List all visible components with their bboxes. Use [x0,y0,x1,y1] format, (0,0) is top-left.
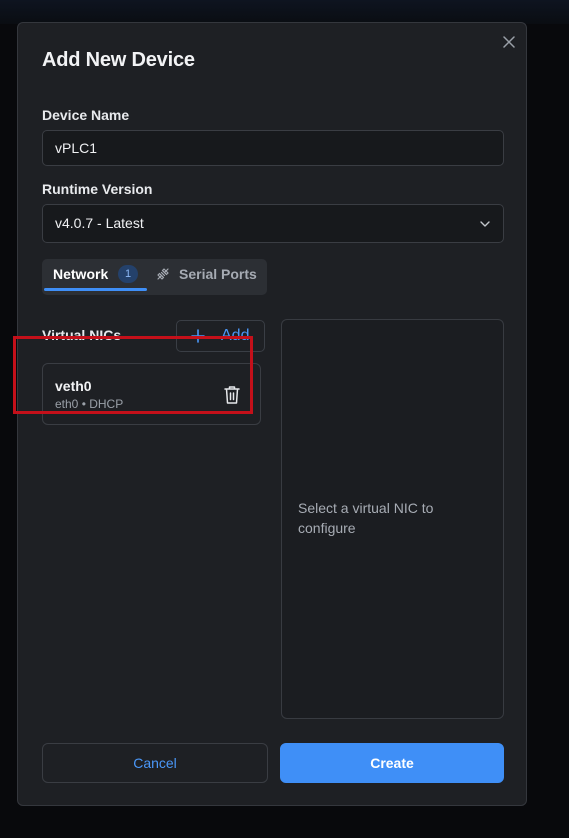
selection-highlight [13,336,253,414]
tab-network-label: Network [53,266,109,282]
device-name-input[interactable]: vPLC1 [42,130,504,166]
active-tab-indicator [44,288,147,291]
tab-network[interactable]: Network 1 [42,259,147,295]
cancel-button[interactable]: Cancel [42,743,268,783]
dialog-title: Add New Device [42,49,195,71]
config-placeholder-text: Select a virtual NIC to configure [298,500,434,536]
runtime-version-select[interactable]: v4.0.7 - Latest [42,204,504,243]
chevron-down-icon [480,221,490,227]
runtime-version-value: v4.0.7 - Latest [55,215,144,231]
device-name-label: Device Name [42,107,130,123]
runtime-version-label: Runtime Version [42,181,153,197]
device-tabs: Network 1 Serial Ports [42,259,267,295]
create-button[interactable]: Create [280,743,504,783]
tab-serial-ports-label: Serial Ports [179,266,257,282]
tab-serial-ports[interactable]: Serial Ports [154,259,267,295]
nic-config-panel: Select a virtual NIC to configure [281,319,504,719]
device-name-value: vPLC1 [55,140,98,156]
network-count-badge: 1 [118,265,138,283]
background-top-bar [0,0,569,24]
add-device-dialog: Add New Device Device Name vPLC1 Runtime… [17,22,527,806]
close-icon[interactable] [501,34,517,50]
serial-port-icon [157,268,169,280]
